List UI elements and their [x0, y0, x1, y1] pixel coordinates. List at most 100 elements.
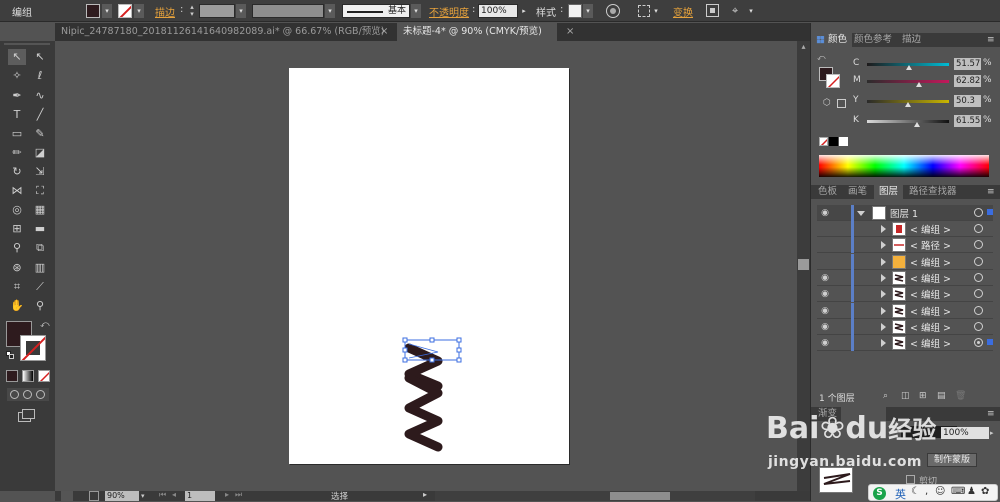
delete-layer-icon[interactable]: 🗑	[955, 391, 966, 401]
screen-mode-icon[interactable]	[18, 409, 36, 422]
target-icon[interactable]	[974, 208, 983, 217]
expand-triangle-icon[interactable]	[881, 241, 886, 250]
yellow-value[interactable]: 50.3	[954, 95, 981, 107]
target-icon[interactable]	[974, 256, 983, 266]
tab-swatches[interactable]: 色板	[813, 185, 842, 199]
tab-layers[interactable]: 图层	[874, 185, 904, 199]
layer-name[interactable]: < 编组 >	[910, 255, 951, 269]
expand-triangle-icon[interactable]	[881, 322, 886, 331]
draw-inside-icon[interactable]	[36, 390, 45, 399]
drawing-modes[interactable]	[7, 388, 49, 401]
target-icon[interactable]	[974, 240, 983, 250]
stroke-weight-stepper[interactable]: ▴ ▾	[187, 4, 197, 18]
panel-menu-icon[interactable]: ≡	[987, 35, 995, 45]
brush-dropdown[interactable]: ▾	[411, 4, 421, 18]
expand-triangle-icon[interactable]	[881, 273, 886, 282]
cyan-value[interactable]: 51.57	[954, 58, 981, 70]
layer-name[interactable]: < 编组 >	[910, 271, 951, 285]
page-field[interactable]: 1	[185, 491, 215, 501]
layer-row[interactable]: ◉ < 编组 >	[817, 335, 993, 352]
expand-triangle-icon[interactable]	[881, 339, 886, 348]
eyedropper-tool-icon[interactable]: ⚲	[8, 240, 26, 256]
expand-triangle-icon[interactable]	[857, 211, 865, 216]
last-page-icon[interactable]: ⏭	[235, 490, 242, 500]
blend-tool-icon[interactable]: ⧉	[31, 240, 49, 256]
close-icon[interactable]: ×	[380, 23, 388, 41]
scroll-up-icon[interactable]: ▴	[799, 42, 808, 51]
moon-icon[interactable]: ☾	[911, 486, 920, 497]
skin-icon[interactable]: ✿	[981, 486, 989, 497]
free-transform-tool-icon[interactable]: ⛶	[31, 183, 49, 199]
magenta-slider-thumb[interactable]	[915, 82, 922, 87]
shape-builder-tool-icon[interactable]: ◎	[8, 202, 26, 218]
slice-tool-icon[interactable]: ⟋	[31, 279, 49, 295]
stroke-color-swatch[interactable]	[826, 74, 840, 88]
eye-icon[interactable]: ◉	[819, 289, 831, 299]
gradient-mode-button[interactable]	[22, 370, 34, 382]
opacity-arrow[interactable]: ▸	[990, 427, 998, 439]
stroke-weight-field[interactable]	[199, 4, 235, 18]
black-swatch[interactable]	[829, 137, 838, 146]
target-icon[interactable]	[974, 224, 983, 233]
white-swatch[interactable]	[839, 137, 848, 146]
layer-row[interactable]: ◉ < 编组 >	[817, 318, 993, 335]
lasso-tool-icon[interactable]: ℓ	[31, 68, 49, 84]
color-spectrum[interactable]	[819, 155, 989, 177]
eraser-tool-icon[interactable]: ◪	[31, 145, 49, 161]
opacity-arrow[interactable]: ▸	[519, 4, 529, 18]
rotate-tool-icon[interactable]: ↻	[8, 164, 26, 180]
first-page-icon[interactable]: ⏮	[159, 490, 166, 500]
locate-object-icon[interactable]: ⌕	[883, 391, 888, 401]
column-graph-tool-icon[interactable]: ▥	[31, 260, 49, 276]
recolor-artwork-icon[interactable]	[606, 4, 620, 18]
target-icon[interactable]	[974, 289, 983, 299]
selection-tool-icon[interactable]: ↖	[8, 49, 26, 65]
target-icon[interactable]	[974, 305, 983, 315]
width-tool-icon[interactable]: ⋈	[8, 183, 26, 199]
stroke-label[interactable]: 描边	[155, 4, 175, 19]
line-tool-icon[interactable]: ╱	[31, 107, 49, 123]
h-scroll-thumb[interactable]	[610, 492, 670, 500]
black-slider-track[interactable]	[867, 120, 949, 123]
tab-stroke[interactable]: 描边	[897, 33, 926, 47]
web-safe-icon[interactable]	[837, 99, 846, 108]
layer-name[interactable]: < 编组 >	[910, 287, 951, 301]
stroke-color-box[interactable]	[20, 335, 46, 361]
ime-language[interactable]: 英	[895, 486, 906, 502]
out-of-gamut-icon[interactable]: ⬡	[823, 99, 832, 108]
tab-color-guide[interactable]: 颜色参考	[849, 33, 897, 47]
stroke-weight-dropdown[interactable]: ▾	[236, 4, 246, 18]
layer-row[interactable]: < 编组 >	[817, 221, 993, 237]
draw-normal-icon[interactable]	[10, 390, 19, 399]
user-icon[interactable]: ♟	[967, 486, 976, 497]
spring-artwork[interactable]	[289, 68, 569, 464]
expand-triangle-icon[interactable]	[881, 290, 886, 299]
panel-menu-icon[interactable]: ≡	[987, 409, 995, 419]
new-sublayer-icon[interactable]: ⊞	[919, 391, 927, 401]
perspective-grid-tool-icon[interactable]: ▦	[31, 202, 49, 218]
horizontal-scrollbar[interactable]	[435, 491, 755, 501]
fill-dropdown-arrow[interactable]: ▾	[102, 4, 112, 18]
zoom-field[interactable]: 90%	[105, 491, 139, 501]
color-mode-button[interactable]	[6, 370, 18, 382]
artboard[interactable]	[289, 68, 569, 464]
eye-icon[interactable]	[819, 224, 831, 234]
eye-icon[interactable]: ◉	[819, 322, 831, 332]
scale-tool-icon[interactable]: ⇲	[31, 164, 49, 180]
symbol-sprayer-tool-icon[interactable]: ⊛	[8, 260, 26, 276]
layer-name[interactable]: < 编组 >	[910, 336, 951, 350]
pen-tool-icon[interactable]: ✒	[8, 88, 26, 104]
layer-name[interactable]: < 路径 >	[910, 238, 951, 252]
swap-colors-icon[interactable]: ⤺	[817, 53, 827, 63]
layer-row-top[interactable]: ◉ 图层 1	[817, 205, 993, 221]
eye-icon[interactable]	[819, 240, 831, 250]
layer-name[interactable]: 图层 1	[890, 206, 918, 220]
eye-icon[interactable]: ◉	[819, 273, 831, 283]
prev-page-icon[interactable]: ◂	[172, 490, 176, 499]
transparency-thumbnail[interactable]	[819, 467, 853, 493]
cyan-slider-thumb[interactable]	[906, 65, 913, 70]
artboard-tool-icon[interactable]: ⌗	[8, 279, 26, 295]
scroll-thumb[interactable]	[798, 259, 809, 270]
magic-wand-tool-icon[interactable]: ✧	[8, 68, 26, 84]
layer-row[interactable]: ◉ < 编组 >	[817, 302, 993, 319]
